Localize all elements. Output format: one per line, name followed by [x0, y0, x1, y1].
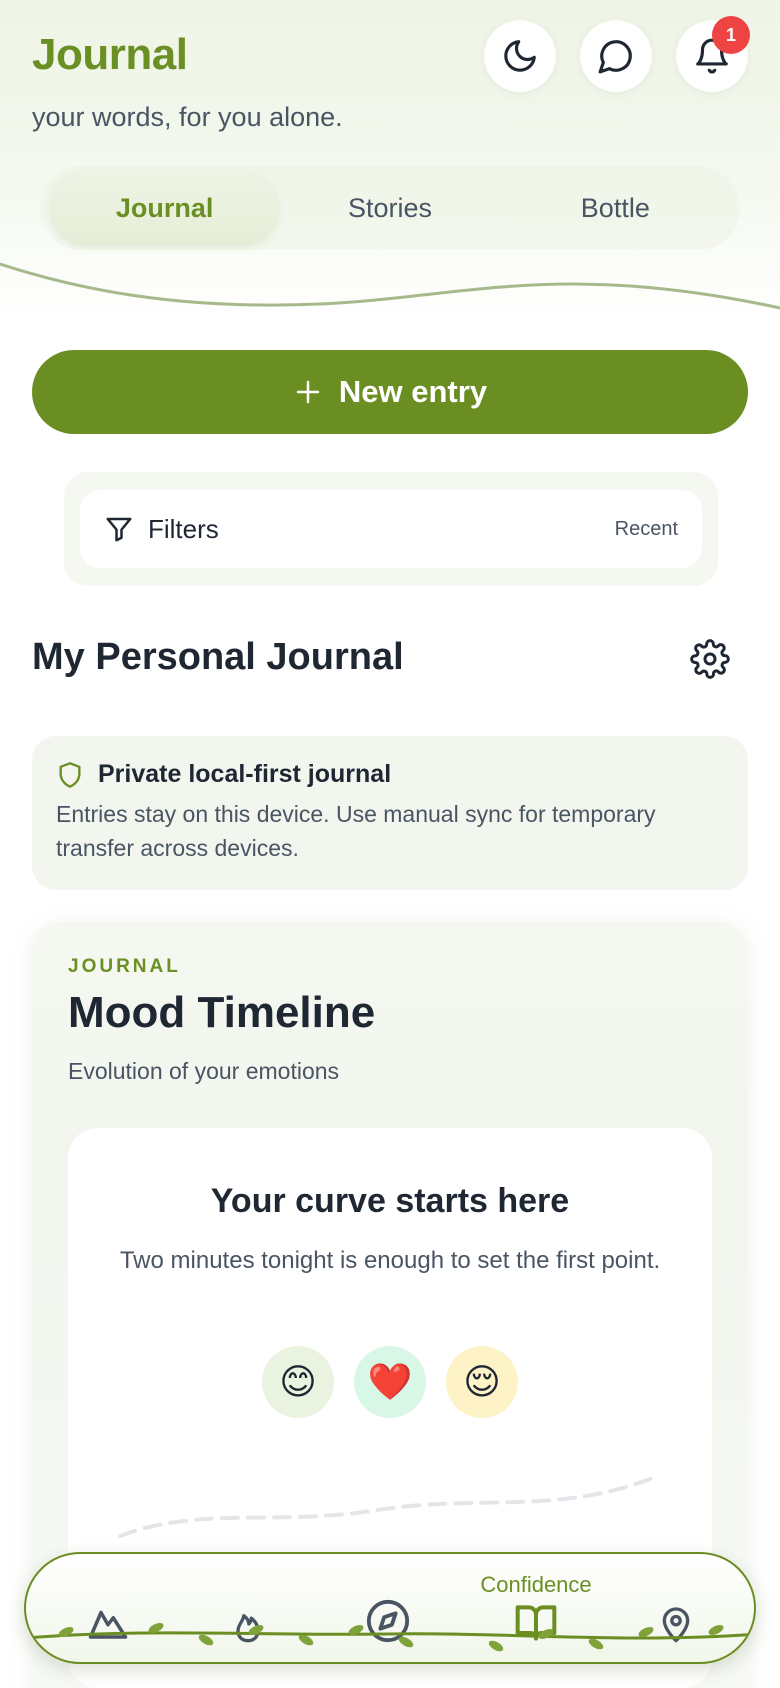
- heart-emoji[interactable]: ❤️: [354, 1346, 426, 1418]
- plus-icon: [296, 380, 320, 404]
- gear-icon[interactable]: [690, 639, 730, 679]
- filter-funnel-icon: [106, 517, 132, 542]
- mood-subtitle: Evolution of your emotions: [68, 1058, 340, 1084]
- filters-button[interactable]: Filters Recent: [80, 490, 702, 568]
- chat-bubble-icon: [598, 40, 632, 74]
- notifications-button[interactable]: 1: [676, 16, 750, 92]
- notification-badge: 1: [712, 16, 750, 54]
- moon-icon: [504, 40, 536, 72]
- tab-stories[interactable]: Stories: [277, 173, 502, 243]
- vine-decoration: [26, 1623, 754, 1652]
- sort-value[interactable]: Recent: [615, 518, 678, 541]
- privacy-notice: Private local-first journal Entries stay…: [32, 736, 748, 890]
- tab-bar: Journal Stories Bottle: [40, 166, 740, 250]
- mood-title: Mood Timeline: [68, 988, 376, 1037]
- app-subtitle: your words, for you alone.: [32, 102, 343, 132]
- tab-journal[interactable]: Journal: [52, 173, 278, 243]
- mood-emoji-row: 😊 ❤️ 😌: [68, 1346, 712, 1418]
- app-title: Journal: [32, 30, 188, 79]
- tab-bottle[interactable]: Bottle: [503, 173, 728, 243]
- new-entry-label: New entry: [338, 374, 488, 409]
- privacy-title: Private local-first journal: [98, 760, 392, 788]
- dark-mode-button[interactable]: [484, 20, 556, 92]
- section-title: My Personal Journal: [32, 636, 404, 678]
- new-entry-button[interactable]: New entry: [32, 350, 748, 434]
- smile-emoji[interactable]: 😊: [262, 1346, 334, 1418]
- header-wave: [0, 262, 780, 310]
- messages-button[interactable]: [580, 20, 652, 92]
- empty-state-text: Two minutes tonight is enough to set the…: [119, 1247, 661, 1274]
- filters-container: Filters Recent: [64, 472, 718, 586]
- mood-eyebrow: JOURNAL: [68, 956, 181, 977]
- placeholder-curve: [118, 1474, 660, 1538]
- privacy-text: Entries stay on this device. Use manual …: [56, 801, 656, 861]
- bottom-navigation: Confidence: [24, 1552, 756, 1664]
- relieved-emoji[interactable]: 😌: [446, 1346, 518, 1418]
- nav-active-label: Confidence: [480, 1572, 592, 1597]
- shield-icon: [59, 761, 81, 788]
- empty-state-title: Your curve starts here: [210, 1182, 570, 1220]
- filters-label: Filters: [148, 513, 219, 544]
